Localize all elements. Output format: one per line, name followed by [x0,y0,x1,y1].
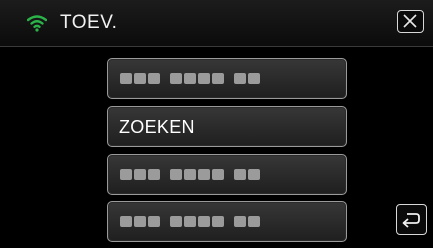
wifi-icon [27,15,47,32]
page-title: TOEV. [60,12,118,33]
close-icon [403,14,417,28]
search-button-label: ZOEKEN [119,117,195,137]
search-button[interactable]: ZOEKEN [107,106,347,147]
return-icon [402,213,420,228]
network-item-2[interactable] [107,154,347,195]
masked-network-name [120,216,262,228]
masked-network-name [120,169,262,181]
header-divider [0,46,433,47]
close-button[interactable] [397,10,424,33]
back-button[interactable] [396,204,427,235]
network-item-3[interactable] [107,201,347,242]
title-bar: TOEV. [0,0,433,46]
masked-network-name [120,73,262,85]
network-item-1[interactable] [107,58,347,99]
